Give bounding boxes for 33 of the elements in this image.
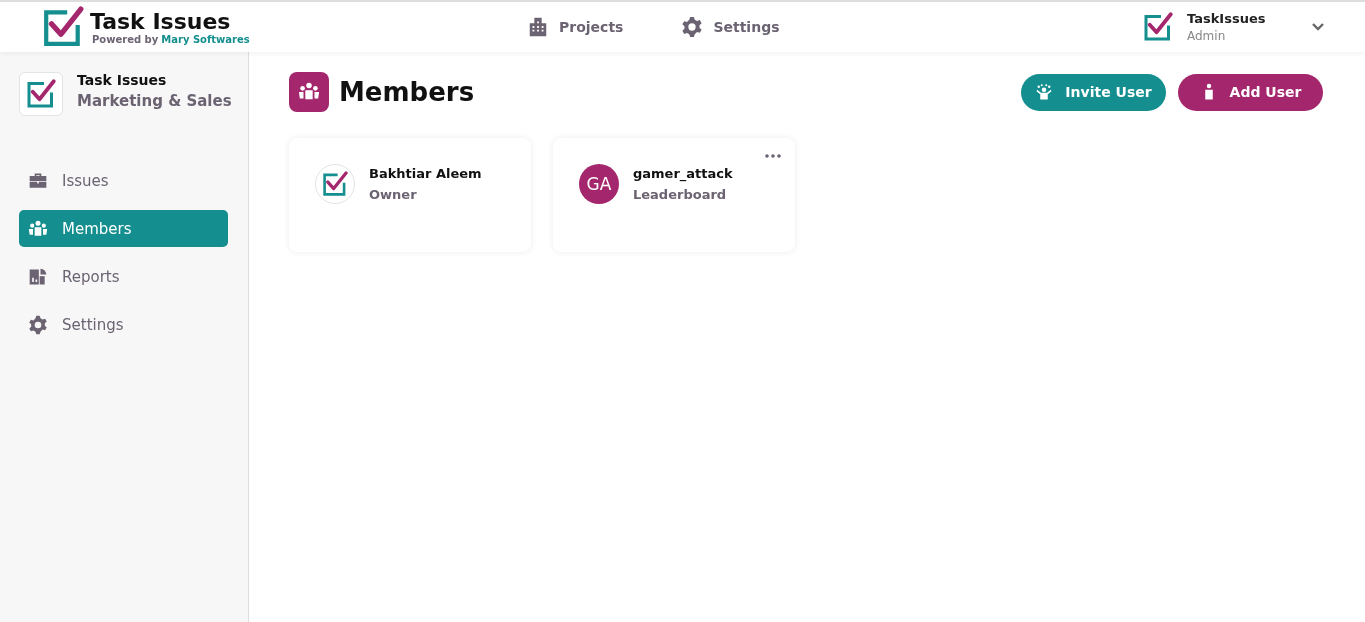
initials-avatar: GA <box>579 164 619 204</box>
tagline-text: Powered by <box>92 33 159 45</box>
member-role: Owner <box>369 187 418 202</box>
invite-icon <box>1035 83 1054 101</box>
nav-link[interactable]: Settings <box>681 16 780 38</box>
sidebar-item[interactable]: Reports <box>19 258 228 295</box>
logo-icon <box>42 6 84 48</box>
group-icon <box>28 218 48 239</box>
company-link[interactable]: Mary Softwares <box>161 33 250 45</box>
logo-icon <box>26 79 56 109</box>
user-avatar-icon <box>1143 12 1173 42</box>
chevron-down-icon[interactable] <box>1311 22 1325 32</box>
user-role: Admin <box>1187 29 1227 43</box>
building-icon <box>527 16 549 38</box>
settings-icon <box>28 314 48 335</box>
more-options-icon[interactable] <box>765 154 781 158</box>
settings-icon <box>681 16 704 38</box>
member-name: Bakhtiar Aleem <box>369 166 482 181</box>
nav-link[interactable]: Projects <box>527 16 624 38</box>
member-name: gamer_attack <box>633 166 733 181</box>
sidebar-item[interactable]: Members <box>19 210 228 247</box>
sidebar-item[interactable]: Issues <box>19 162 228 199</box>
member-role: Leaderboard <box>633 187 728 202</box>
brand-name: Task Issues <box>90 9 232 34</box>
user-name: TaskIssues <box>1187 11 1267 26</box>
team-name: Marketing & Sales <box>77 92 232 110</box>
action-button[interactable]: Invite User <box>1021 73 1166 111</box>
project-name: Task Issues <box>77 72 168 88</box>
page-title: Members <box>339 77 475 107</box>
sidebar-item[interactable]: Settings <box>19 306 228 343</box>
report-icon <box>28 266 48 287</box>
logo-icon <box>322 171 348 197</box>
action-button[interactable]: Add User <box>1178 73 1323 111</box>
